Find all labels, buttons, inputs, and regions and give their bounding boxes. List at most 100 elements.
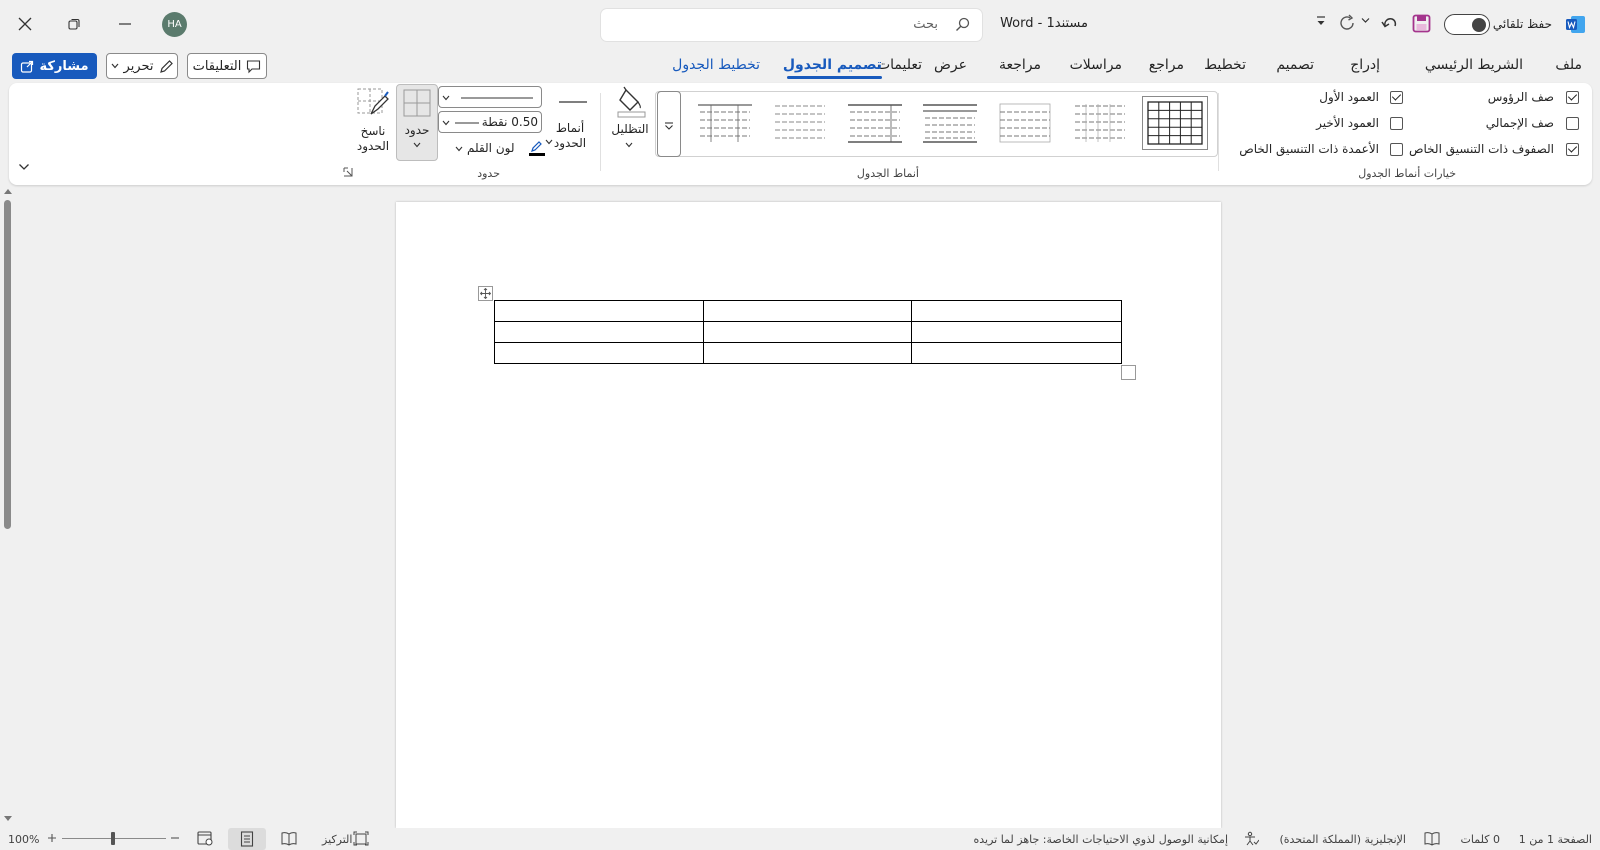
accessibility-icon xyxy=(1243,831,1259,847)
page-info[interactable]: الصفحة 1 من 1 xyxy=(1519,833,1592,846)
accessibility-status[interactable]: إمكانية الوصول لذوي الاحتياجات الخاصة: ج… xyxy=(973,833,1228,846)
header-row-checkbox[interactable] xyxy=(1566,91,1579,104)
tab-home[interactable]: الشريط الرئيسي xyxy=(1425,57,1523,73)
title-bar: HA بحث مستند1 - Word حفظ تلقائي xyxy=(0,0,1600,48)
search-placeholder: بحث xyxy=(913,17,938,32)
borders-button[interactable]: حدود xyxy=(396,84,438,161)
zoom-out-button[interactable] xyxy=(170,833,180,843)
proofing-icon[interactable] xyxy=(1424,831,1440,847)
word-count[interactable]: 0 كلمات xyxy=(1461,833,1500,846)
borders-dialog-launcher[interactable] xyxy=(343,167,353,177)
group-label-table-styles: أنماط الجدول xyxy=(856,167,919,180)
table-style-option[interactable] xyxy=(844,98,906,148)
tab-help[interactable]: تعليمات xyxy=(877,57,922,73)
close-window-button[interactable] xyxy=(10,10,40,38)
undo-icon xyxy=(1381,18,1397,28)
language-status[interactable]: الإنجليزية (المملكة المتحدة) xyxy=(1279,833,1406,846)
last-column-checkbox[interactable] xyxy=(1390,117,1403,130)
tab-mailings[interactable]: مراسلات xyxy=(1070,57,1122,73)
tab-table-layout[interactable]: تخطيط الجدول xyxy=(672,57,760,73)
avatar-initials: HA xyxy=(167,19,182,30)
comments-button[interactable]: التعليقات xyxy=(187,53,267,79)
document-title: مستند1 - Word xyxy=(1000,16,1088,31)
header-row-label: صف الرؤوس xyxy=(1487,90,1554,104)
customize-qat-button[interactable] xyxy=(1315,15,1327,29)
pencil-icon xyxy=(159,59,173,73)
total-row-checkbox[interactable] xyxy=(1566,117,1579,130)
table-cell[interactable] xyxy=(911,321,1122,343)
share-button[interactable]: مشاركة xyxy=(12,53,97,79)
table-style-option[interactable] xyxy=(769,98,831,148)
border-painter-button[interactable]: ناسخ الحدود xyxy=(352,86,394,156)
table-styles-gallery xyxy=(655,91,1218,157)
scroll-down-arrow[interactable] xyxy=(2,815,14,823)
group-divider xyxy=(1218,93,1219,171)
editing-mode-button[interactable]: تحرير xyxy=(106,53,178,79)
table-style-option[interactable] xyxy=(994,98,1056,148)
redo-dropdown-button[interactable] xyxy=(1361,17,1370,24)
table-cell[interactable] xyxy=(703,300,912,322)
web-layout-button[interactable] xyxy=(197,831,213,846)
zoom-level[interactable]: 100% xyxy=(8,833,39,846)
line-style-dropdown[interactable] xyxy=(438,86,542,108)
vertical-scrollbar-thumb[interactable] xyxy=(4,200,11,529)
restore-window-button[interactable] xyxy=(59,10,89,38)
shading-button[interactable]: التظليل xyxy=(609,86,651,154)
toggle-knob xyxy=(1472,17,1486,32)
tab-references[interactable]: مراجع xyxy=(1149,57,1184,73)
table-cell[interactable] xyxy=(911,300,1122,322)
save-button[interactable] xyxy=(1412,14,1431,33)
border-styles-button[interactable]: أنماط الحدود xyxy=(545,91,597,155)
chevron-down-icon xyxy=(1361,18,1370,23)
line-weight-dropdown[interactable]: 0.50 نقطة xyxy=(438,111,542,133)
table-style-option[interactable] xyxy=(694,98,756,148)
print-layout-button[interactable] xyxy=(228,828,266,850)
autosave-toggle[interactable] xyxy=(1444,14,1490,35)
autosave-label: حفظ تلقائي xyxy=(1492,17,1552,31)
zoom-in-button[interactable] xyxy=(47,833,57,843)
last-column-label: العمود الأخير xyxy=(1316,116,1379,130)
undo-button[interactable] xyxy=(1380,13,1400,33)
tab-view[interactable]: عرض xyxy=(934,57,967,73)
table-resize-handle[interactable] xyxy=(1121,365,1136,380)
zoom-slider-thumb[interactable] xyxy=(111,832,115,845)
border-painter-icon xyxy=(357,88,389,115)
banded-rows-checkbox[interactable] xyxy=(1566,143,1579,156)
first-column-checkbox[interactable] xyxy=(1390,91,1403,104)
avatar[interactable]: HA xyxy=(162,12,187,37)
tab-design[interactable]: تصميم xyxy=(1276,57,1314,73)
tab-review[interactable]: مراجعة xyxy=(999,57,1041,73)
table-cell[interactable] xyxy=(703,342,912,364)
collapse-ribbon-button[interactable] xyxy=(18,163,30,171)
pen-color-button[interactable]: لون القلم xyxy=(455,140,545,158)
table-style-option[interactable] xyxy=(1069,98,1131,148)
border-painter-label: ناسخ الحدود xyxy=(356,124,390,153)
document-table[interactable] xyxy=(494,300,1122,364)
tab-layout[interactable]: تخطيط xyxy=(1204,57,1246,73)
table-cell[interactable] xyxy=(494,342,704,364)
table-move-handle[interactable] xyxy=(478,286,493,301)
tab-insert[interactable]: إدراج xyxy=(1350,57,1380,73)
banded-columns-checkbox[interactable] xyxy=(1390,143,1403,156)
search-box[interactable]: بحث xyxy=(601,9,982,41)
minimize-window-button[interactable] xyxy=(110,10,140,38)
focus-mode-button[interactable]: التركيز xyxy=(322,831,370,847)
table-style-grid[interactable] xyxy=(1142,96,1208,150)
table-styles-more-button[interactable] xyxy=(657,91,681,157)
document-page[interactable] xyxy=(396,202,1221,828)
tab-table-design[interactable]: تصميم الجدول xyxy=(783,57,882,73)
chevron-down-icon xyxy=(625,142,633,148)
table-cell[interactable] xyxy=(494,321,704,343)
table-row xyxy=(494,342,1122,364)
save-icon xyxy=(1412,14,1431,33)
tab-file[interactable]: ملف xyxy=(1555,57,1582,73)
read-mode-button[interactable] xyxy=(281,831,297,846)
redo-button[interactable] xyxy=(1337,13,1357,33)
table-cell[interactable] xyxy=(494,300,704,322)
table-style-option[interactable] xyxy=(919,98,981,148)
dialog-launcher-icon xyxy=(343,167,353,177)
scroll-up-arrow[interactable] xyxy=(2,187,14,195)
table-cell[interactable] xyxy=(911,342,1122,364)
active-tab-indicator xyxy=(787,76,882,79)
table-cell[interactable] xyxy=(703,321,912,343)
